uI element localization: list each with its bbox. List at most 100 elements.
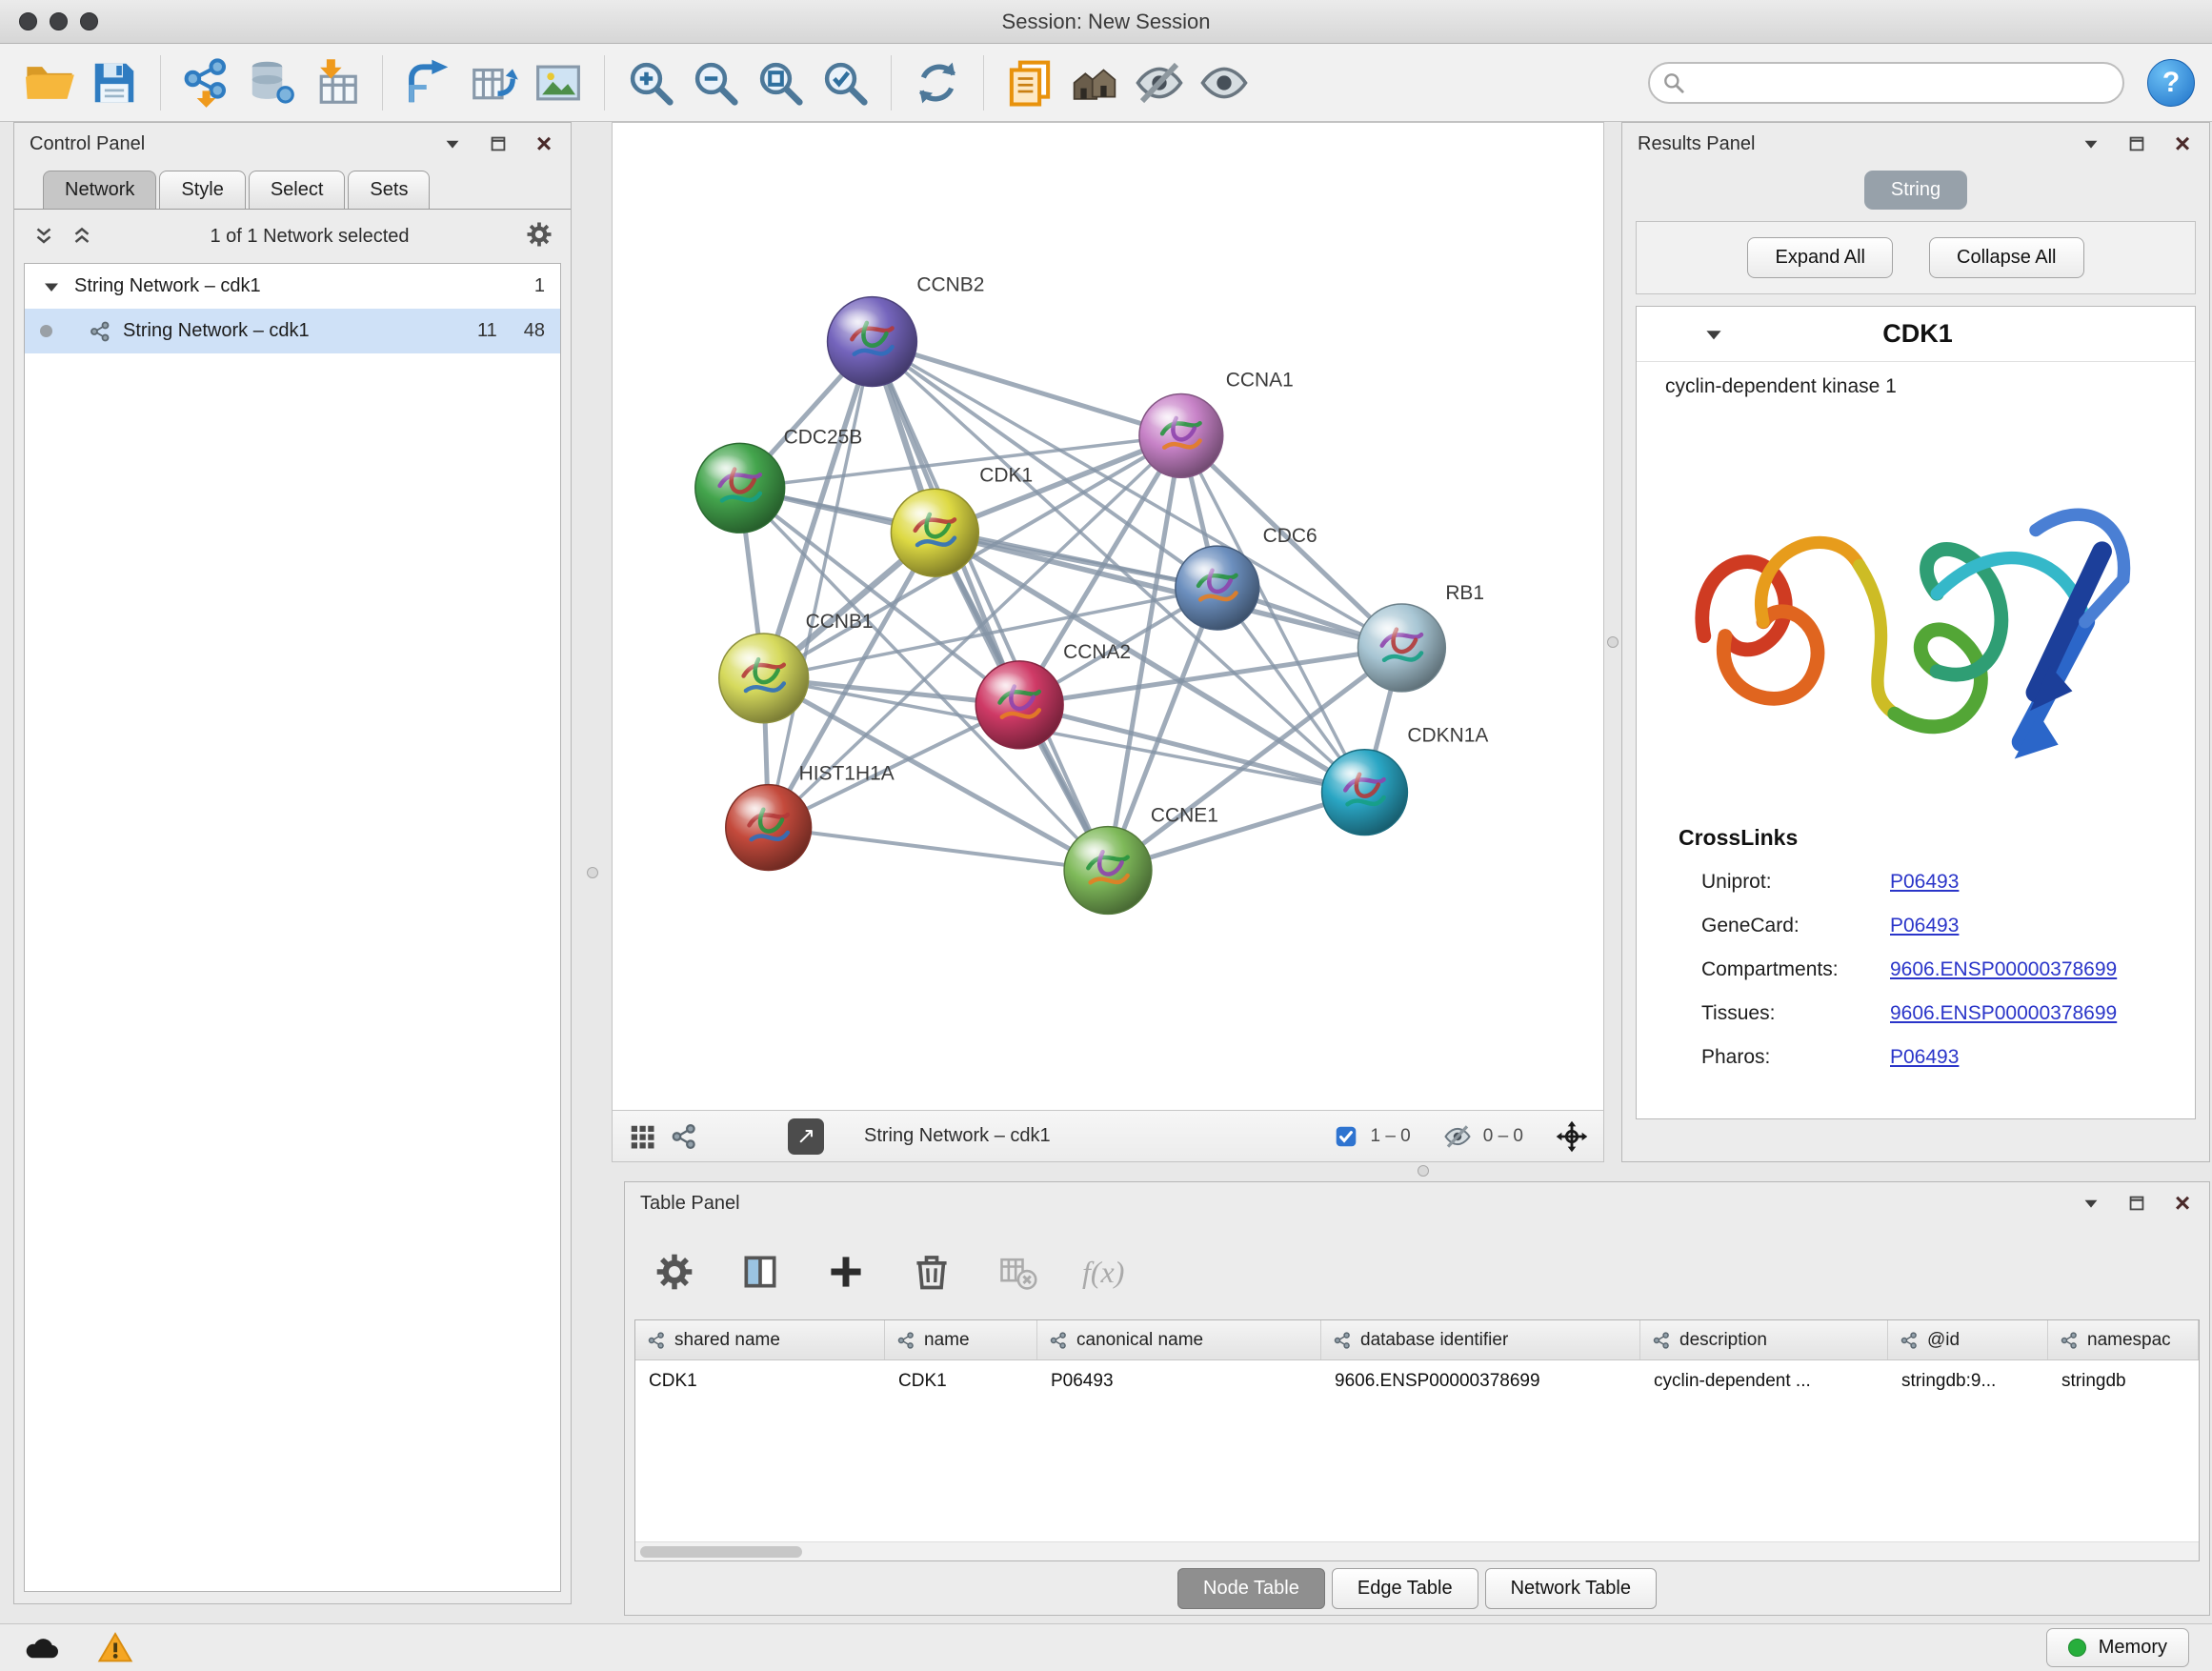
crosshair-icon[interactable] xyxy=(1556,1120,1588,1153)
import-network-from-database-button[interactable] xyxy=(239,50,304,115)
column-header[interactable]: canonical name xyxy=(1037,1320,1321,1359)
crosslink-link[interactable]: 9606.ENSP00000378699 xyxy=(1890,958,2117,981)
collapse-all-icon[interactable] xyxy=(31,224,56,249)
cloud-status-icon[interactable] xyxy=(23,1630,59,1666)
warning-icon[interactable] xyxy=(97,1630,133,1666)
table-options-gear-icon[interactable] xyxy=(654,1251,695,1293)
horizontal-scrollbar[interactable] xyxy=(635,1541,2199,1560)
network-node-CDKN1A[interactable] xyxy=(1322,750,1408,836)
table-row[interactable]: CDK1 CDK1 P06493 9606.ENSP00000378699 cy… xyxy=(635,1360,2199,1402)
control-panel: Control Panel × Network Style Select Set… xyxy=(13,122,572,1604)
maximize-window-button[interactable] xyxy=(80,12,98,30)
export-table-button[interactable] xyxy=(461,50,526,115)
network-edge[interactable] xyxy=(872,342,1180,436)
triangle-down-icon[interactable] xyxy=(40,275,63,298)
splitter-handle[interactable] xyxy=(1418,1165,1429,1177)
panel-float-button[interactable] xyxy=(2125,132,2148,155)
column-header[interactable]: description xyxy=(1640,1320,1888,1359)
splitter-handle[interactable] xyxy=(587,867,598,878)
splitter-handle[interactable] xyxy=(1607,636,1619,648)
tab-network-table[interactable]: Network Table xyxy=(1485,1568,1657,1609)
network-node-CCNE1[interactable] xyxy=(1064,827,1152,915)
export-image-button[interactable] xyxy=(526,50,591,115)
export-view-button[interactable]: ↗ xyxy=(788,1118,824,1155)
close-window-button[interactable] xyxy=(19,12,37,30)
network-row[interactable]: String Network – cdk1 11 48 xyxy=(25,309,560,353)
save-session-button[interactable] xyxy=(82,50,147,115)
function-builder-button[interactable]: f(x) xyxy=(1082,1255,1124,1290)
zoom-out-button[interactable] xyxy=(683,50,748,115)
network-node-HIST1H1A[interactable] xyxy=(726,785,812,871)
panel-float-button[interactable] xyxy=(2125,1192,2148,1215)
expand-all-icon[interactable] xyxy=(70,224,94,249)
network-node-CCNB1[interactable] xyxy=(719,634,809,723)
network-share-icon[interactable] xyxy=(670,1122,698,1151)
import-table-button[interactable] xyxy=(304,50,369,115)
network-node-CCNB2[interactable] xyxy=(828,297,917,387)
gene-section-header[interactable]: CDK1 xyxy=(1637,307,2195,362)
network-node-RB1[interactable] xyxy=(1357,604,1445,692)
minimize-window-button[interactable] xyxy=(50,12,68,30)
crosslink-link[interactable]: 9606.ENSP00000378699 xyxy=(1890,1002,2117,1025)
tab-style[interactable]: Style xyxy=(159,171,245,209)
refresh-view-button[interactable] xyxy=(905,50,970,115)
panel-float-button[interactable] xyxy=(487,132,510,155)
new-network-from-selection-button[interactable] xyxy=(396,50,461,115)
zoom-selected-button[interactable] xyxy=(813,50,877,115)
scrollbar-thumb[interactable] xyxy=(640,1546,802,1558)
panel-menu-button[interactable] xyxy=(2080,132,2102,155)
network-node-CCNA1[interactable] xyxy=(1139,393,1223,477)
hide-selected-button[interactable] xyxy=(1127,50,1192,115)
tab-edge-table[interactable]: Edge Table xyxy=(1332,1568,1478,1609)
panel-menu-button[interactable] xyxy=(2080,1192,2102,1215)
selected-checkbox-icon[interactable] xyxy=(1334,1124,1358,1149)
add-column-icon[interactable] xyxy=(825,1251,867,1293)
show-all-button[interactable] xyxy=(1192,50,1257,115)
network-node-CDC25B[interactable] xyxy=(695,443,785,533)
column-header[interactable]: namespac xyxy=(2048,1320,2199,1359)
birds-eye-grid-icon[interactable] xyxy=(628,1122,656,1151)
tab-select[interactable]: Select xyxy=(249,171,346,209)
clear-table-icon[interactable] xyxy=(996,1251,1038,1293)
crosslink-link[interactable]: P06493 xyxy=(1890,915,1959,937)
network-collection-row[interactable]: String Network – cdk1 1 xyxy=(25,264,560,309)
column-header[interactable]: shared name xyxy=(635,1320,885,1359)
zoom-fit-button[interactable] xyxy=(748,50,813,115)
open-session-button[interactable] xyxy=(17,50,82,115)
network-edges[interactable] xyxy=(740,342,1402,871)
network-edge[interactable] xyxy=(769,828,1108,871)
crosslink-link[interactable]: P06493 xyxy=(1890,1046,1959,1069)
tab-sets[interactable]: Sets xyxy=(348,171,430,209)
panel-close-button[interactable]: × xyxy=(533,132,555,155)
network-options-button[interactable] xyxy=(525,220,553,253)
column-header[interactable]: database identifier xyxy=(1321,1320,1640,1359)
delete-column-icon[interactable] xyxy=(911,1251,953,1293)
panel-close-button[interactable]: × xyxy=(2171,132,2194,155)
documents-button[interactable] xyxy=(997,50,1062,115)
expand-all-button[interactable]: Expand All xyxy=(1747,237,1893,278)
first-neighbors-button[interactable] xyxy=(1062,50,1127,115)
column-header[interactable]: @id xyxy=(1888,1320,2048,1359)
network-edge[interactable] xyxy=(872,342,1108,871)
zoom-in-button[interactable] xyxy=(618,50,683,115)
panel-menu-button[interactable] xyxy=(441,132,464,155)
show-columns-icon[interactable] xyxy=(739,1251,781,1293)
network-canvas[interactable]: CCNB2CCNA1CDC25BCDK1CDC6RB1CCNB1CCNA2CDK… xyxy=(613,123,1603,1110)
collapse-all-button[interactable]: Collapse All xyxy=(1929,237,2084,278)
search-input[interactable] xyxy=(1648,62,2124,104)
panel-close-button[interactable]: × xyxy=(2171,1192,2194,1215)
help-button[interactable]: ? xyxy=(2147,59,2195,107)
tab-node-table[interactable]: Node Table xyxy=(1177,1568,1325,1609)
crosslink-link[interactable]: P06493 xyxy=(1890,871,1959,894)
memory-button[interactable]: Memory xyxy=(2046,1628,2189,1667)
network-node-CDK1[interactable] xyxy=(891,489,978,576)
tab-string[interactable]: String xyxy=(1864,171,1967,210)
hidden-eye-slash-icon[interactable] xyxy=(1443,1122,1472,1151)
table-import-icon xyxy=(311,57,362,109)
column-header[interactable]: name xyxy=(885,1320,1037,1359)
network-node-CCNA2[interactable] xyxy=(975,661,1063,749)
network-node-CDC6[interactable] xyxy=(1176,546,1259,630)
import-network-from-file-button[interactable] xyxy=(174,50,239,115)
network-edge[interactable] xyxy=(769,342,873,828)
tab-network[interactable]: Network xyxy=(43,171,156,209)
